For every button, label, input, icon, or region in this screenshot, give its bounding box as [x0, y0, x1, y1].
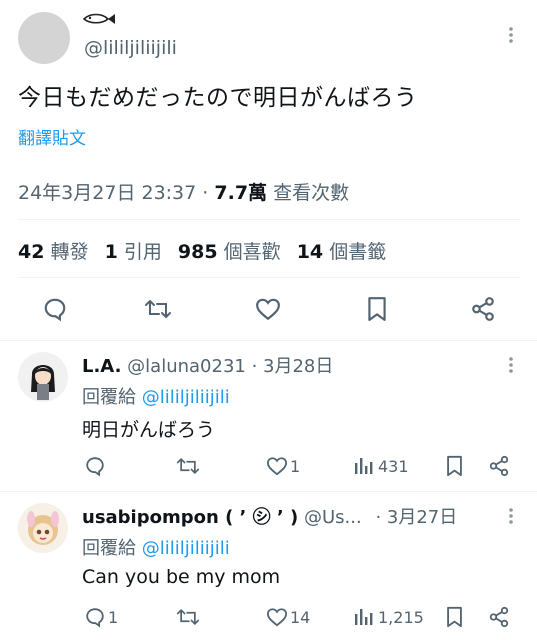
main-tweet-text: 今日もだめだったので明日がんばろう	[18, 85, 418, 111]
like-count: 14	[290, 608, 311, 627]
translate-link[interactable]: 翻譯貼文	[18, 124, 86, 149]
reply-header: usabipompon ( ’ ㋛ ’ ) @Us... · 3月27日	[82, 503, 457, 529]
retweet-icon[interactable]	[176, 455, 200, 477]
reply-to-handle[interactable]: @lililjiliijili	[142, 387, 230, 408]
stat-bookmarks[interactable]: 14 個書籤	[297, 241, 387, 263]
views-icon[interactable]	[354, 608, 374, 626]
reply-icon[interactable]	[84, 606, 106, 628]
divider	[18, 277, 521, 278]
stat-quotes[interactable]: 1 引用	[105, 241, 162, 263]
reply-date[interactable]: · 3月27日	[375, 507, 457, 528]
reply-to-prefix: 回覆給	[82, 538, 136, 559]
reply-text: 明日がんばろう	[82, 419, 216, 441]
share-icon[interactable]	[488, 455, 510, 477]
reply-author-handle[interactable]: @Us...	[304, 507, 362, 528]
stat-likes[interactable]: 985 個喜歡	[178, 241, 281, 263]
divider	[18, 219, 521, 220]
more-options-icon[interactable]	[508, 356, 514, 374]
like-icon[interactable]	[266, 456, 288, 476]
reply-to-line: 回覆給 @lililjiliijili	[82, 383, 230, 409]
like-count: 1	[290, 457, 301, 476]
stat-retweets[interactable]: 42 轉發	[18, 241, 89, 263]
more-options-icon[interactable]	[508, 26, 514, 44]
views-count: 1,215	[378, 608, 424, 627]
timestamp[interactable]: 24年3月27日 23:37	[18, 182, 196, 204]
main-handle[interactable]: @lililjiliijili	[84, 37, 177, 59]
retweet-icon[interactable]	[176, 606, 200, 628]
reply-icon[interactable]	[84, 455, 106, 477]
reply-author-name[interactable]: usabipompon ( ’ ㋛ ’ )	[82, 507, 298, 528]
bookmark-icon[interactable]	[446, 606, 463, 628]
fish-icon	[82, 12, 116, 26]
reply-to-prefix: 回覆給	[82, 387, 136, 408]
divider	[0, 340, 537, 341]
separator: ·	[202, 182, 209, 204]
share-icon[interactable]	[470, 296, 496, 322]
retweet-icon[interactable]	[144, 296, 172, 322]
reply-header: L.A. @laluna0231 · 3月28日	[82, 352, 333, 378]
views-count: 431	[378, 457, 409, 476]
reply-to-line: 回覆給 @lililjiliijili	[82, 534, 230, 560]
views-label: 查看次數	[273, 182, 350, 204]
share-icon[interactable]	[488, 606, 510, 628]
bookmark-icon[interactable]	[446, 455, 463, 477]
reply-author-handle[interactable]: @laluna0231	[127, 356, 246, 377]
divider	[0, 491, 537, 492]
bookmark-icon[interactable]	[367, 296, 387, 322]
avatar[interactable]	[18, 352, 68, 402]
stats-row: 42 轉發 1 引用 985 個喜歡 14 個書籤	[18, 237, 386, 264]
like-icon[interactable]	[266, 607, 288, 627]
reply-icon[interactable]	[42, 296, 68, 322]
main-avatar[interactable]	[18, 12, 70, 64]
views-count: 7.7萬	[214, 182, 268, 204]
timestamp-row: 24年3月27日 23:37 · 7.7萬 查看次數	[18, 178, 349, 205]
reply-date[interactable]: · 3月28日	[252, 356, 334, 377]
avatar[interactable]	[18, 503, 68, 553]
reply-to-handle[interactable]: @lililjiliijili	[142, 538, 230, 559]
more-options-icon[interactable]	[508, 507, 514, 525]
reply-count: 1	[108, 608, 119, 627]
like-icon[interactable]	[255, 297, 281, 321]
views-icon[interactable]	[354, 457, 374, 475]
reply-author-name[interactable]: L.A.	[82, 356, 121, 377]
reply-text: Can you be my mom	[82, 566, 281, 588]
